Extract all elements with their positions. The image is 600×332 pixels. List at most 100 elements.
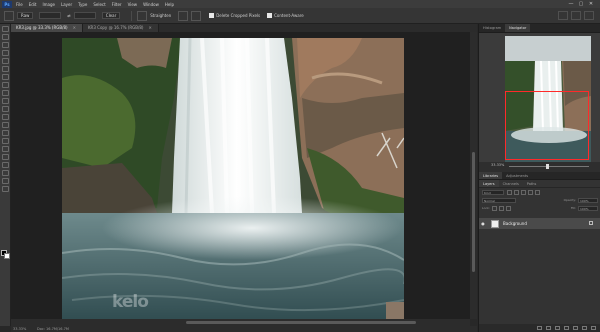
pen-tool-icon[interactable] xyxy=(1,138,9,144)
menu-image[interactable]: Image xyxy=(42,2,55,7)
tab-document-2[interactable]: KR3 Copy @ 16.7% (RGB/8) ✕ xyxy=(82,24,159,32)
navigator-zoom-value[interactable]: 33.33% xyxy=(491,163,504,167)
menu-edit[interactable]: Edit xyxy=(29,2,37,7)
tab-channels[interactable]: Channels xyxy=(499,180,523,187)
overlay-grid-icon[interactable] xyxy=(178,10,189,21)
swap-icon[interactable]: ⇄ xyxy=(67,13,70,18)
search-icon[interactable] xyxy=(558,11,568,20)
clear-button[interactable]: Clear xyxy=(101,12,121,19)
healing-brush-tool-icon[interactable] xyxy=(1,74,9,80)
path-select-tool-icon[interactable] xyxy=(1,154,9,160)
adjustment-layer-icon[interactable] xyxy=(564,326,569,330)
slider-knob[interactable] xyxy=(546,164,549,169)
lock-all-icon[interactable] xyxy=(505,205,511,211)
new-group-icon[interactable] xyxy=(573,326,578,330)
navigator-view-rectangle[interactable] xyxy=(505,91,589,160)
kind-filter-select[interactable]: Kind xyxy=(482,189,504,195)
adjustment-filter-icon[interactable] xyxy=(514,189,519,195)
menu-type[interactable]: Type xyxy=(78,2,87,7)
workspace-icon[interactable] xyxy=(571,11,581,20)
fill-field[interactable]: 100% xyxy=(578,205,598,211)
add-mask-icon[interactable] xyxy=(555,326,560,330)
height-field[interactable] xyxy=(73,12,96,19)
scrollbar-thumb[interactable] xyxy=(186,321,416,324)
menu-select[interactable]: Select xyxy=(93,2,105,7)
status-zoom[interactable]: 33.33% xyxy=(13,326,26,332)
menu-view[interactable]: View xyxy=(128,2,138,7)
menu-window[interactable]: Window xyxy=(143,2,159,7)
blur-tool-icon[interactable] xyxy=(1,122,9,128)
tab-navigator[interactable]: Navigator xyxy=(505,24,531,32)
menu-filter[interactable]: Filter xyxy=(112,2,122,7)
close-icon[interactable]: ✕ xyxy=(148,25,151,30)
crop-tool-icon[interactable] xyxy=(1,58,9,64)
menu-help[interactable]: Help xyxy=(165,2,174,7)
waterfall-photo xyxy=(62,38,404,319)
lock-icon xyxy=(589,221,593,225)
scrollbar-thumb[interactable] xyxy=(472,152,475,272)
eraser-tool-icon[interactable] xyxy=(1,106,9,112)
type-tool-icon[interactable] xyxy=(1,146,9,152)
dodge-tool-icon[interactable] xyxy=(1,130,9,136)
tab-paths[interactable]: Paths xyxy=(523,180,541,187)
marquee-tool-icon[interactable] xyxy=(1,34,9,40)
brush-tool-icon[interactable] xyxy=(1,82,9,88)
tab-document-1[interactable]: KR3.jpg @ 33.3% (RGB/8) ✕ xyxy=(11,24,83,32)
type-filter-icon[interactable] xyxy=(521,189,526,195)
delete-cropped-checkbox[interactable] xyxy=(209,13,215,18)
lock-position-icon[interactable] xyxy=(498,205,504,211)
maximize-button[interactable]: ▢ xyxy=(576,1,586,7)
straighten-label: Straighten xyxy=(150,13,172,18)
ratio-select[interactable]: Raw xyxy=(17,12,34,19)
background-color-swatch[interactable] xyxy=(4,253,10,259)
move-tool-icon[interactable] xyxy=(1,26,9,32)
status-doc-size: Doc: 16.7M/16.7M xyxy=(37,327,69,331)
lasso-tool-icon[interactable] xyxy=(1,42,9,48)
layer-row-background[interactable]: ● Background xyxy=(479,218,600,229)
eyedropper-tool-icon[interactable] xyxy=(1,66,9,72)
zoom-tool-icon[interactable] xyxy=(1,178,9,184)
trash-icon[interactable] xyxy=(591,326,596,330)
opacity-field[interactable]: 100% xyxy=(578,197,598,203)
straighten-icon[interactable] xyxy=(137,10,148,21)
menu-layer[interactable]: Layer xyxy=(61,2,72,7)
tab-label: KR3.jpg @ 33.3% (RGB/8) xyxy=(16,25,68,30)
content-aware-checkbox[interactable] xyxy=(267,13,273,18)
tab-libraries[interactable]: Libraries xyxy=(479,172,503,179)
clone-stamp-tool-icon[interactable] xyxy=(1,90,9,96)
gradient-tool-icon[interactable] xyxy=(1,114,9,120)
tab-layers[interactable]: Layers xyxy=(479,180,499,187)
share-icon[interactable] xyxy=(584,11,594,20)
close-button[interactable]: ✕ xyxy=(586,1,596,7)
crop-tool-preset-icon[interactable] xyxy=(4,10,14,21)
new-layer-icon[interactable] xyxy=(582,326,587,330)
vertical-scrollbar[interactable] xyxy=(470,32,477,319)
eye-icon[interactable]: ● xyxy=(479,221,487,226)
close-icon[interactable]: ✕ xyxy=(73,25,76,30)
tab-adjustments[interactable]: Adjustments xyxy=(502,172,532,179)
quick-select-tool-icon[interactable] xyxy=(1,50,9,56)
width-field[interactable] xyxy=(39,12,62,19)
link-layers-icon[interactable] xyxy=(537,326,542,330)
pixel-filter-icon[interactable] xyxy=(507,189,512,195)
shape-filter-icon[interactable] xyxy=(528,189,533,195)
lock-pixels-icon[interactable] xyxy=(491,205,497,211)
tab-histogram[interactable]: Histogram xyxy=(479,24,505,32)
history-brush-tool-icon[interactable] xyxy=(1,98,9,104)
shape-tool-icon[interactable] xyxy=(1,162,9,168)
minimize-button[interactable]: — xyxy=(566,1,576,7)
blend-mode-select[interactable]: Normal xyxy=(482,197,516,203)
layer-style-icon[interactable] xyxy=(546,326,551,330)
canvas-workspace[interactable]: kelo xyxy=(11,32,470,319)
navigator-thumbnail[interactable] xyxy=(505,36,591,162)
menu-bar: Ps File Edit Image Layer Type Select Fil… xyxy=(0,0,600,8)
menu-file[interactable]: File xyxy=(16,2,23,7)
horizontal-scrollbar[interactable] xyxy=(11,319,470,326)
hand-tool-icon[interactable] xyxy=(1,170,9,176)
watermark-text: kelo xyxy=(112,292,149,312)
settings-gear-icon[interactable] xyxy=(191,10,202,21)
edit-toolbar-icon[interactable] xyxy=(1,186,9,192)
document-canvas[interactable]: kelo xyxy=(62,38,404,319)
smart-object-filter-icon[interactable] xyxy=(535,189,540,195)
navigator-zoom-slider[interactable] xyxy=(509,166,589,167)
